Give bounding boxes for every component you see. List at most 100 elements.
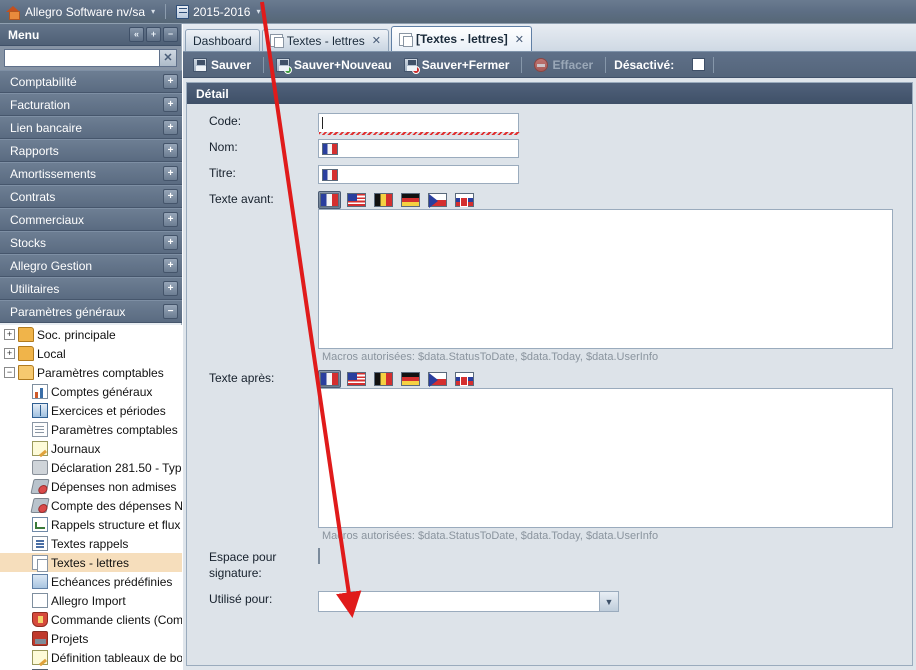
code-input[interactable] (318, 113, 520, 135)
sidebar-item-amortissements[interactable]: Amortissements + (0, 162, 182, 185)
texte-avant-editor[interactable] (318, 209, 893, 349)
tab-dashboard[interactable]: Dashboard (185, 29, 260, 51)
tree-item[interactable]: Rappels structure et flux (0, 515, 182, 534)
expand-icon[interactable]: + (163, 97, 178, 112)
nom-input[interactable] (318, 139, 519, 158)
expand-icon[interactable]: + (163, 235, 178, 250)
detail-panel-header: Détail (187, 83, 912, 104)
language-tabs-avant (318, 191, 912, 209)
flag-be-tab-apres[interactable] (372, 370, 395, 388)
gray-icon (32, 460, 48, 475)
flag-us-tab-avant[interactable] (345, 191, 368, 209)
tree-item-label: Textes rappels (51, 536, 129, 551)
text-cursor (322, 117, 323, 129)
tree-item[interactable]: Journaux (0, 439, 182, 458)
search-input[interactable] (4, 49, 160, 67)
fiscal-year-selector[interactable]: 2015-2016 ▾ (176, 4, 260, 19)
tree-item[interactable]: Comptes généraux (0, 382, 182, 401)
tree-item[interactable]: Projets (0, 629, 182, 648)
expand-icon[interactable]: + (4, 348, 15, 359)
save-button[interactable]: Sauver (189, 57, 255, 73)
clear-search-icon[interactable]: ✕ (159, 49, 177, 67)
tree-item[interactable]: Exercices et périodes (0, 401, 182, 420)
expand-icon[interactable]: + (163, 258, 178, 273)
flag-sk-tab-avant[interactable] (453, 191, 476, 209)
main-content: Dashboard Textes - lettres ✕ [Textes - lett… (183, 24, 916, 670)
macros-note-avant: Macros autorisées: $data.StatusToDate, $… (322, 351, 659, 363)
white-doc-icon (32, 593, 48, 608)
flag-be-tab-avant[interactable] (372, 191, 395, 209)
tree-item[interactable]: Allegro Import (0, 591, 182, 610)
tree-item[interactable]: + Local (0, 344, 182, 363)
tree-item[interactable]: Déclaration 281.50 - Type (0, 458, 182, 477)
sidebar-item-allegro-gestion[interactable]: Allegro Gestion + (0, 254, 182, 277)
clear-button[interactable]: Effacer (530, 57, 597, 73)
tree-item[interactable]: Compte des dépenses N. (0, 496, 182, 515)
collapse-all-button[interactable]: − (163, 27, 178, 42)
tree-item[interactable]: Echéances prédéfinies (0, 572, 182, 591)
flag-fr-tab-apres[interactable] (318, 370, 341, 388)
sidebar-item-facturation[interactable]: Facturation + (0, 93, 182, 116)
expand-icon[interactable]: + (163, 143, 178, 158)
expand-icon[interactable]: + (163, 212, 178, 227)
screen-pencil-icon (32, 574, 48, 589)
sidebar-item-contrats[interactable]: Contrats + (0, 185, 182, 208)
sidebar-item-rapports[interactable]: Rapports + (0, 139, 182, 162)
sidebar-item-utilitaires[interactable]: Utilitaires + (0, 277, 182, 300)
tree-item-label: Commande clients (Comp (51, 612, 182, 627)
tree-item[interactable]: + Soc. principale (0, 325, 182, 344)
tree-item[interactable]: − Paramètres comptables (0, 363, 182, 382)
projects-icon (32, 631, 48, 646)
pencil-icon (32, 441, 48, 456)
tree-item[interactable]: Dépenses non admises (0, 477, 182, 496)
sidebar-item-lien-bancaire[interactable]: Lien bancaire + (0, 116, 182, 139)
tree-item[interactable]: Paramètres comptables (0, 420, 182, 439)
flag-sk-tab-apres[interactable] (453, 370, 476, 388)
chevron-down-icon[interactable]: ▼ (599, 592, 618, 611)
signature-checkbox[interactable] (318, 548, 320, 564)
expand-icon[interactable]: + (163, 120, 178, 135)
disabled-checkbox[interactable] (692, 58, 706, 71)
nom-label: Nom: (209, 140, 238, 154)
company-selector[interactable]: Allegro Software nv/sa ▾ (6, 5, 155, 20)
flag-fr-icon (322, 168, 338, 181)
collapse-icon[interactable]: − (4, 367, 15, 378)
collapse-icon[interactable]: − (163, 304, 178, 319)
sidebar-item-comptabilit[interactable]: Comptabilité + (0, 70, 182, 93)
expand-icon[interactable]: + (163, 189, 178, 204)
expand-icon[interactable]: + (4, 329, 15, 340)
tree-item[interactable]: Textes rappels (0, 534, 182, 553)
flag-de-tab-apres[interactable] (399, 370, 422, 388)
expand-icon[interactable]: + (163, 74, 178, 89)
fiscal-year-label: 2015-2016 (193, 4, 251, 19)
collapse-button[interactable]: « (129, 27, 144, 42)
texte-apres-editor[interactable] (318, 388, 893, 528)
close-icon[interactable]: ✕ (515, 33, 524, 46)
tree-item[interactable]: Textes - lettres (0, 553, 182, 572)
expand-icon[interactable]: + (163, 166, 178, 181)
expand-all-button[interactable]: + (146, 27, 161, 42)
tree-item[interactable]: Définition tableaux de bor (0, 648, 182, 667)
titre-input[interactable] (318, 165, 519, 184)
sidebar-item-param-tres-g-n-raux[interactable]: Paramètres généraux − (0, 300, 182, 323)
close-icon[interactable]: ✕ (372, 34, 381, 47)
sidebar-item-commerciaux[interactable]: Commerciaux + (0, 208, 182, 231)
tab-textes-lettres[interactable]: Textes - lettres ✕ (261, 29, 389, 51)
sidebar: Menu « + − ✕ Comptabilité + Facturation + Li… (0, 24, 182, 670)
flag-cz-tab-avant[interactable] (426, 191, 449, 209)
tab-textes-lettres[interactable]: [Textes - lettres] ✕ (390, 26, 532, 51)
save-close-button[interactable]: Sauver+Fermer (400, 57, 514, 74)
flag-fr-tab-avant[interactable] (318, 191, 341, 209)
expand-icon[interactable]: + (163, 281, 178, 296)
utilise-pour-dropdown[interactable]: ▼ (318, 591, 619, 612)
save-new-label: Sauver+Nouveau (294, 57, 392, 72)
signature-label: Espace pour signature: (209, 550, 277, 580)
flag-us-tab-apres[interactable] (345, 370, 368, 388)
tree-item[interactable]: Commande clients (Comp (0, 610, 182, 629)
sidebar-item-stocks[interactable]: Stocks + (0, 231, 182, 254)
save-new-button[interactable]: Sauver+Nouveau (272, 57, 396, 74)
flag-de-tab-avant[interactable] (399, 191, 422, 209)
flag-cz-tab-apres[interactable] (426, 370, 449, 388)
field-row-signature: Espace pour signature: (187, 548, 912, 581)
tree-item-label: Dépenses non admises (51, 479, 177, 494)
